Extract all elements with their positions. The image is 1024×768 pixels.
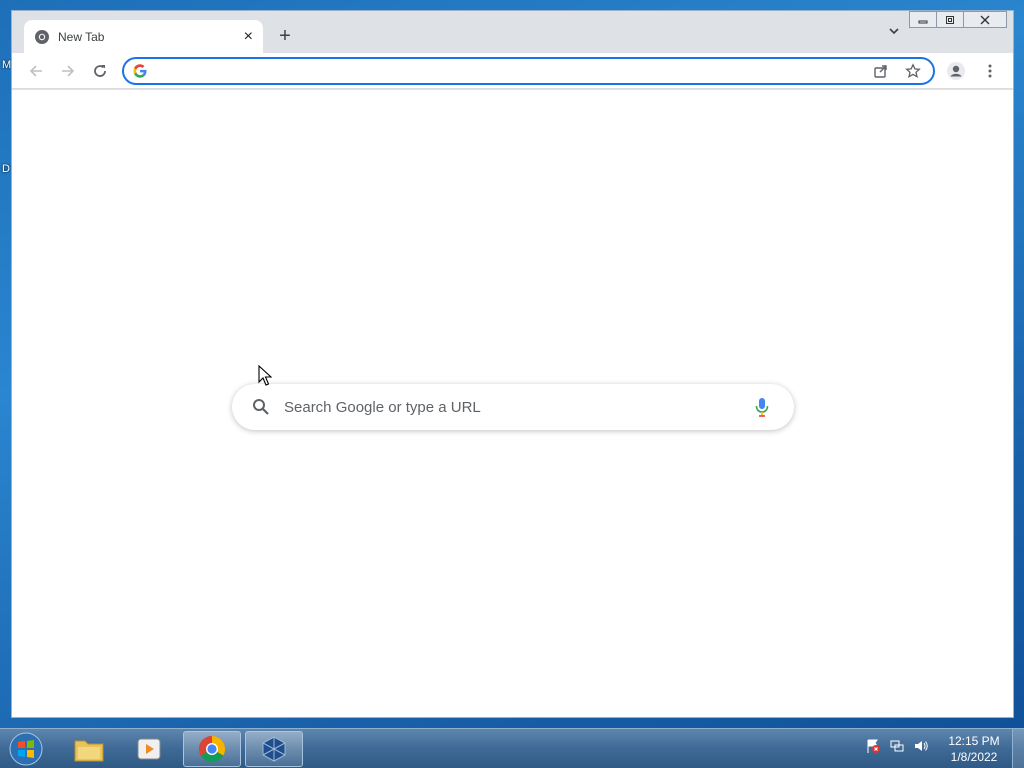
chrome-favicon-icon: [34, 29, 50, 45]
profile-avatar-icon[interactable]: [944, 59, 968, 83]
mouse-pointer-icon: [258, 364, 273, 387]
search-icon: [252, 397, 272, 417]
close-window-button[interactable]: [963, 11, 1007, 28]
new-tab-button[interactable]: +: [274, 25, 296, 47]
bookmark-star-icon[interactable]: [901, 59, 925, 83]
taskbar-chrome[interactable]: [183, 731, 241, 767]
system-tray: [864, 737, 930, 755]
browser-window: New Tab × + Search Google or type a URL: [11, 10, 1014, 718]
taskbar: 12:15 PM 1/8/2022: [0, 728, 1024, 768]
window-controls: [909, 11, 1007, 28]
desktop-icon-label[interactable]: D: [2, 163, 10, 175]
clock-time: 12:15 PM: [948, 734, 1000, 748]
taskbar-virtualbox[interactable]: [245, 731, 303, 767]
microphone-icon[interactable]: [750, 395, 774, 419]
address-input[interactable]: [154, 63, 861, 79]
forward-button[interactable]: [54, 57, 82, 85]
minimize-button[interactable]: [909, 11, 937, 28]
more-menu-icon[interactable]: [978, 59, 1002, 83]
volume-icon[interactable]: [912, 737, 930, 755]
address-bar[interactable]: [122, 57, 935, 85]
taskbar-file-explorer[interactable]: [60, 731, 118, 767]
clock-date: 1/8/2022: [950, 750, 998, 764]
tab-search-chevron-icon[interactable]: [884, 25, 904, 45]
ntp-search-placeholder: Search Google or type a URL: [284, 398, 481, 416]
start-button[interactable]: [6, 731, 46, 767]
network-icon[interactable]: [888, 737, 906, 755]
new-tab-page: Search Google or type a URL: [12, 90, 1013, 717]
tab-close-icon[interactable]: ×: [244, 28, 253, 45]
share-icon[interactable]: [869, 59, 893, 83]
tab-strip: New Tab × +: [12, 11, 1013, 53]
desktop-icon-label[interactable]: M: [2, 59, 11, 71]
reload-button[interactable]: [86, 57, 114, 85]
taskbar-media-player[interactable]: [120, 731, 178, 767]
tab-new-tab[interactable]: New Tab ×: [24, 20, 263, 53]
tab-title: New Tab: [58, 29, 105, 44]
ntp-search-box[interactable]: Search Google or type a URL: [232, 384, 794, 430]
browser-toolbar: [12, 53, 1013, 89]
google-g-icon: [132, 63, 148, 79]
action-center-flag-icon[interactable]: [864, 737, 882, 755]
show-desktop-button[interactable]: [1012, 729, 1024, 768]
taskbar-clock[interactable]: 12:15 PM 1/8/2022: [940, 733, 1008, 765]
restore-button[interactable]: [936, 11, 964, 28]
back-button[interactable]: [22, 57, 50, 85]
